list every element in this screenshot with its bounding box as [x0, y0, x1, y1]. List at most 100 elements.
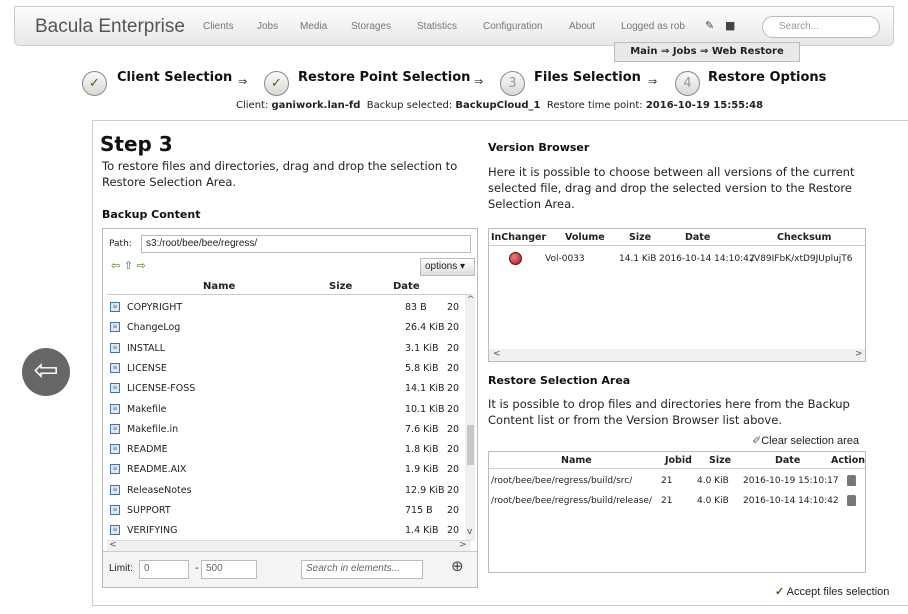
file-row[interactable]: ≡ INSTALL 3.1 KiB 20 [107, 338, 463, 358]
clear-selection-button[interactable]: ✐Clear selection area [752, 434, 859, 447]
scroll-left-arrow[interactable]: < [493, 349, 501, 359]
file-icon: ≡ [110, 525, 120, 536]
file-name: README.AIX [127, 464, 187, 476]
file-name: INSTALL [127, 342, 166, 354]
col-checksum[interactable]: Checksum [777, 232, 831, 243]
col-jobid[interactable]: Jobid [665, 455, 692, 466]
step-arrow: ⇒ [474, 75, 484, 88]
file-row[interactable]: ≡ COPYRIGHT 83 B 20 [107, 297, 463, 317]
nav-about[interactable]: About [569, 21, 595, 32]
restore-jobid: 21 [661, 476, 673, 486]
file-date: 20 [447, 484, 460, 496]
file-row[interactable]: ≡ README 1.8 KiB 20 [107, 439, 463, 459]
file-size: 715 B [405, 505, 433, 516]
tools-icon[interactable]: ✎ [705, 19, 714, 32]
file-row[interactable]: ≡ LICENSE 5.8 KiB 20 [107, 358, 463, 378]
nav-configuration[interactable]: Configuration [483, 21, 542, 32]
file-row[interactable]: ≡ Makefile.in 7.6 KiB 20 [107, 419, 463, 439]
col-date[interactable]: Date [775, 455, 800, 466]
step-4-number: 4 [675, 71, 700, 96]
file-icon: ≡ [110, 444, 120, 455]
col-date[interactable]: Date [393, 281, 420, 292]
version-date: 2016-10-14 14:10:42 [659, 254, 755, 264]
chevron-down-icon: ▾ [460, 261, 466, 272]
file-icon: ≡ [110, 423, 120, 434]
scroll-right-arrow[interactable]: > [855, 349, 863, 359]
step-files-selection: Files Selection [534, 70, 641, 85]
file-name: VERIFYING [127, 525, 178, 537]
col-name[interactable]: Name [203, 281, 235, 292]
file-size: 1.9 KiB [405, 464, 439, 476]
monitor-icon[interactable]: ■ [725, 19, 735, 32]
search-elements-input[interactable]: Search in elements... [301, 560, 423, 579]
limit-from-input[interactable]: 0 [139, 560, 189, 579]
file-date: 20 [447, 525, 460, 537]
file-date: 20 [447, 403, 460, 415]
file-row[interactable]: ≡ Makefile 10.1 KiB 20 [107, 399, 463, 419]
nav-statistics[interactable]: Statistics [417, 21, 457, 32]
zoom-search-icon[interactable]: ⊕ [451, 557, 464, 575]
file-row[interactable]: ≡ README.AIX 1.9 KiB 20 [107, 459, 463, 479]
col-volume[interactable]: Volume [565, 232, 605, 243]
file-row[interactable]: ≡ LICENSE-FOSS 14.1 KiB 20 [107, 378, 463, 398]
file-icon: ≡ [110, 302, 120, 312]
col-name[interactable]: Name [561, 455, 592, 466]
accept-files-button[interactable]: ✓ Accept files selection [775, 585, 889, 598]
file-row[interactable]: ≡ ChangeLog 26.4 KiB 20 [107, 317, 463, 337]
nav-jobs[interactable]: Jobs [257, 21, 278, 32]
file-row[interactable]: ≡ SUPPORT 715 B 20 [107, 500, 463, 520]
backup-content-box: Path: s3:/root/bee/bee/regress/ ⇦ ⇧ ⇨ op… [102, 228, 478, 588]
file-size: 7.6 KiB [405, 423, 439, 435]
options-dropdown[interactable]: options ▾ [420, 258, 475, 276]
scroll-down-arrow[interactable]: v [467, 527, 472, 537]
up-dir-icon[interactable]: ⇧ [124, 259, 133, 272]
nav-storages[interactable]: Storages [351, 21, 391, 32]
trash-icon[interactable] [847, 495, 856, 506]
limit-to-input[interactable]: 500 [201, 560, 257, 579]
file-row[interactable]: ≡ ReleaseNotes 12.9 KiB 20 [107, 480, 463, 500]
nav-clients[interactable]: Clients [203, 21, 234, 32]
step-arrow: ⇒ [238, 75, 248, 88]
back-dir-icon[interactable]: ⇦ [111, 259, 120, 272]
file-date: 20 [447, 322, 460, 334]
file-name: ReleaseNotes [127, 484, 192, 496]
forward-dir-icon[interactable]: ⇨ [136, 259, 145, 272]
file-name: SUPPORT [127, 505, 171, 516]
files-vscroll-thumb[interactable] [467, 425, 474, 465]
trash-icon[interactable] [847, 475, 856, 486]
col-inchanger[interactable]: InChanger [491, 232, 546, 243]
file-name: Makefile.in [127, 423, 179, 435]
divider [489, 468, 865, 469]
top-navbar: Bacula Enterprise Clients Jobs Media Sto… [14, 6, 894, 46]
file-size: 26.4 KiB [405, 322, 445, 334]
col-size[interactable]: Size [709, 455, 731, 466]
file-date: 20 [447, 383, 460, 395]
file-size: 1.8 KiB [405, 444, 439, 456]
restore-path: /root/bee/bee/regress/build/release/ [491, 496, 652, 506]
file-size: 3.1 KiB [405, 342, 439, 354]
search-input[interactable]: Search... [762, 16, 880, 38]
nav-media[interactable]: Media [300, 21, 327, 32]
path-input[interactable]: s3:/root/bee/bee/regress/ [141, 235, 471, 253]
file-row[interactable]: ≡ VERIFYING 1.4 KiB 20 [107, 520, 463, 540]
scroll-left-arrow[interactable]: < [109, 540, 117, 550]
brand-logo[interactable]: Bacula Enterprise [35, 16, 185, 38]
col-action[interactable]: Action [831, 455, 865, 466]
col-size[interactable]: Size [629, 232, 651, 243]
step-intro: To restore files and directories, drag a… [102, 159, 458, 189]
col-size[interactable]: Size [329, 281, 352, 292]
version-hscroll[interactable] [489, 349, 865, 361]
file-date: 20 [447, 464, 460, 476]
restore-intro: It is possible to drop files and directo… [488, 397, 850, 427]
scroll-up-arrow[interactable]: ^ [467, 295, 475, 305]
step-restore-options: Restore Options [708, 70, 827, 85]
files-vscroll[interactable] [465, 295, 475, 541]
file-date: 20 [447, 423, 460, 435]
file-icon: ≡ [110, 484, 120, 495]
file-size: 12.9 KiB [405, 484, 445, 496]
file-date: 20 [447, 302, 460, 313]
col-date[interactable]: Date [685, 232, 710, 243]
scroll-right-arrow[interactable]: > [459, 540, 467, 550]
file-size: 83 B [405, 302, 427, 313]
back-arrow-icon[interactable]: ⇦ [22, 348, 70, 396]
